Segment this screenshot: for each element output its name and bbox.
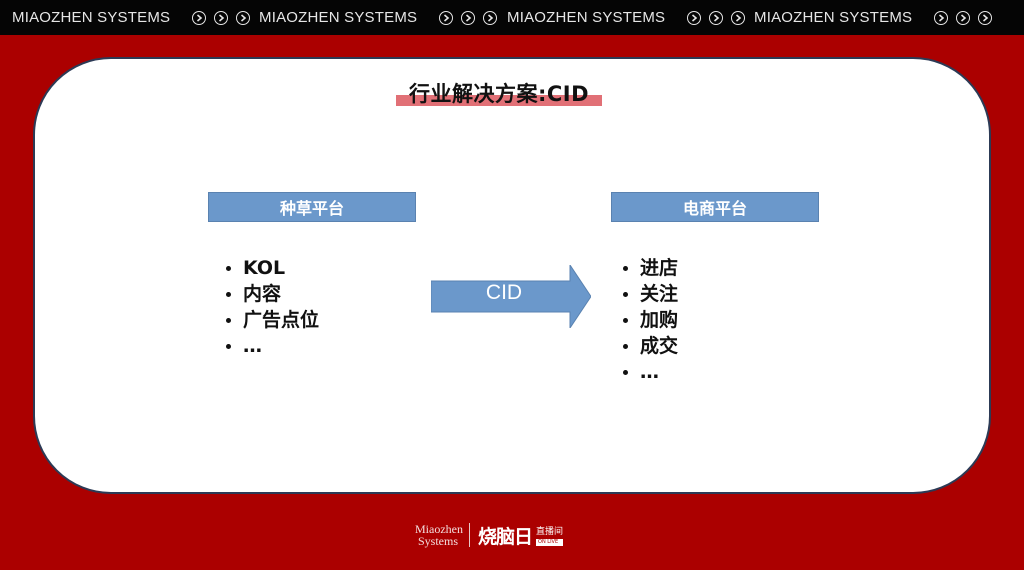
list-item: 广告点位 [226,307,319,333]
bullet-icon [623,317,628,323]
logo-line: Systems [418,534,459,548]
logo-divider [469,523,470,547]
banner-segment: MIAOZHEN SYSTEMS [754,0,993,35]
play-circle-icon [687,10,702,25]
bullet-icon [226,265,231,271]
play-circle-icon [483,10,498,25]
event-logo-subtitle: 直播间 ON LIVE [536,524,564,546]
banner-segment: MIAOZHEN SYSTEMS [12,0,251,35]
logo-sub-bottom: ON LIVE [536,539,564,546]
bullet-icon [623,265,628,271]
banner-brand-text: MIAOZHEN SYSTEMS [12,9,171,26]
list-item-text: KOL [243,257,286,279]
play-circle-icon [731,10,746,25]
logo-sub-top: 直播间 [536,527,564,537]
play-circle-icon [978,10,993,25]
play-circle-icon [236,10,251,25]
list-item-text: 广告点位 [243,309,320,331]
list-item: … [226,333,319,359]
list-item: 关注 [623,281,678,307]
bullet-icon [623,343,628,349]
list-item-text: … [243,335,262,357]
bullet-icon [226,343,231,349]
slide-title: 行业解决方案:CID [408,82,590,106]
slide-title-block: 行业解决方案:CID [396,76,602,110]
banner-segment: MIAOZHEN SYSTEMS [259,0,498,35]
ecommerce-list: 进店 关注 加购 成交 … [623,255,678,385]
list-item: 进店 [623,255,678,281]
list-item: KOL [226,255,319,281]
list-item-text: 成交 [640,335,679,357]
list-item-text: 加购 [640,309,679,331]
bullet-icon [226,317,231,323]
play-circle-icon [192,10,207,25]
banner-brand-text: MIAOZHEN SYSTEMS [259,9,418,26]
list-item-text: … [640,361,659,383]
list-item: … [623,359,678,385]
seeding-platform-box: 种草平台 [208,192,416,222]
banner-brand-text: MIAOZHEN SYSTEMS [507,9,666,26]
play-circle-icon [709,10,724,25]
arrow-label: CID [485,281,523,304]
play-circle-icon [214,10,229,25]
bullet-icon [226,291,231,297]
list-item-text: 关注 [640,283,679,305]
banner-segment: MIAOZHEN SYSTEMS [507,0,746,35]
footer-logos: Miaozhen Systems 烧脑日 直播间 ON LIVE [415,518,564,552]
play-circle-icon [439,10,454,25]
bullet-icon [623,291,628,297]
seeding-list: KOL 内容 广告点位 … [226,255,319,359]
list-item-text: 内容 [243,283,282,305]
list-item: 内容 [226,281,319,307]
play-circle-icon [956,10,971,25]
event-logo: 烧脑日 [478,525,533,548]
bullet-icon [623,369,628,375]
list-item: 加购 [623,307,678,333]
ecommerce-platform-box: 电商平台 [611,192,819,222]
play-circle-icon [461,10,476,25]
list-item: 成交 [623,333,678,359]
list-item-text: 进店 [640,257,679,279]
top-banner: MIAOZHEN SYSTEMS MIAOZHEN SYSTEMS MIAOZH… [0,0,1024,35]
play-circle-icon [934,10,949,25]
banner-brand-text: MIAOZHEN SYSTEMS [754,9,913,26]
miaozhen-logo: Miaozhen Systems [415,523,463,548]
